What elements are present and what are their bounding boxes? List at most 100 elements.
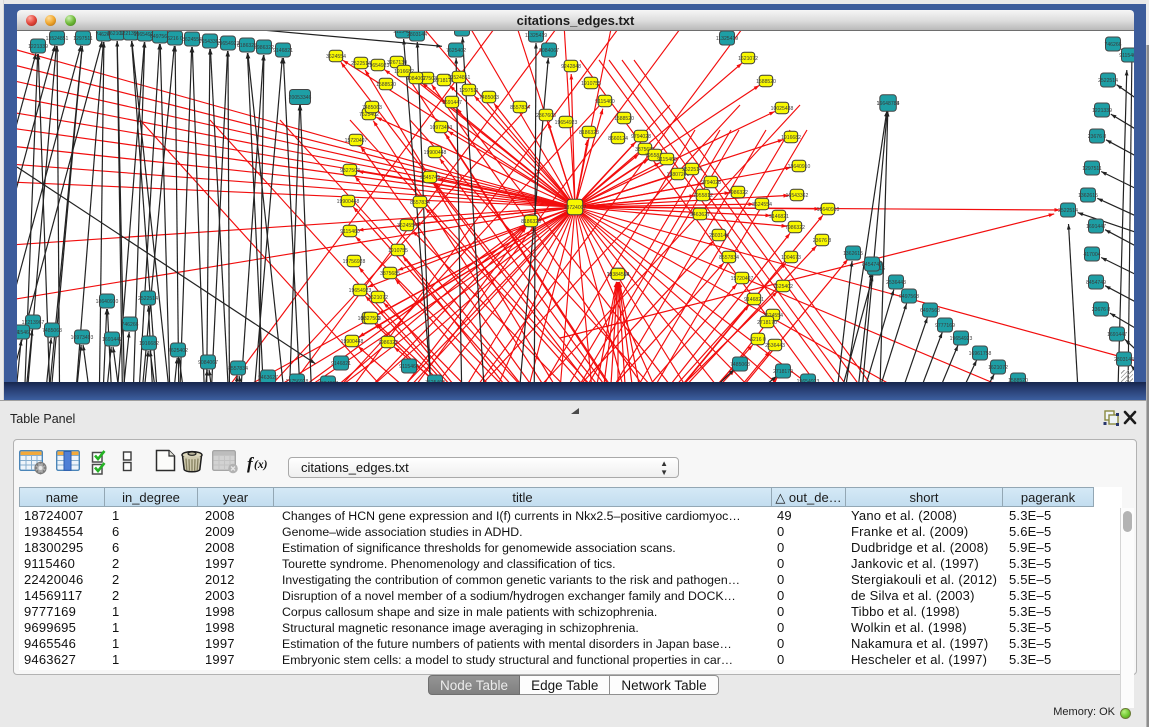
svg-text:7485063: 7485063	[362, 105, 382, 111]
svg-text:7986322: 7986322	[254, 45, 274, 51]
svg-text:2522514: 2522514	[682, 167, 702, 173]
svg-text:8557834: 8557834	[228, 366, 248, 372]
svg-text:20053346: 20053346	[289, 95, 312, 101]
svg-text:1691447: 1691447	[1086, 224, 1106, 230]
svg-text:2803144: 2803144	[17, 330, 19, 336]
svg-text:8186323: 8186323	[521, 219, 541, 225]
svg-text:7485063: 7485063	[479, 95, 499, 101]
svg-text:9777169: 9777169	[935, 323, 955, 329]
svg-text:15720407: 15720407	[731, 276, 754, 282]
svg-text:16648784: 16648784	[877, 101, 900, 107]
svg-text:1916682: 1916682	[139, 341, 159, 347]
svg-text:7625402: 7625402	[446, 48, 466, 54]
svg-text:9242848: 9242848	[561, 64, 581, 70]
svg-text:19756928: 19756928	[343, 259, 366, 265]
svg-text:7485063: 7485063	[42, 328, 62, 334]
svg-text:23676 8: 23676 8	[813, 238, 832, 244]
svg-text:2803144: 2803144	[1114, 357, 1134, 363]
svg-text:1621072: 1621072	[738, 56, 758, 62]
svg-text:3875685: 3875685	[380, 271, 400, 277]
svg-text:3624554: 3624554	[397, 223, 417, 229]
svg-text:19900448: 19900448	[424, 150, 447, 156]
svg-text:9794028: 9794028	[701, 180, 721, 186]
svg-text:9794028: 9794028	[631, 134, 651, 140]
svg-text:9115460: 9115460	[657, 157, 677, 163]
svg-text:417004: 417004	[1084, 252, 1101, 258]
svg-text:1621072: 1621072	[988, 365, 1008, 371]
svg-text:9845749: 9845749	[420, 175, 440, 181]
svg-text:1691447: 1691447	[442, 100, 462, 106]
svg-text:1588520: 1588520	[756, 79, 776, 85]
svg-text:1916682: 1916682	[781, 135, 801, 141]
svg-text:9463627: 9463627	[690, 212, 710, 218]
svg-text:9084067: 9084067	[198, 360, 218, 366]
svg-text:19384554: 19384554	[607, 272, 630, 278]
svg-text:19900448: 19900448	[341, 339, 364, 345]
svg-text:9146821: 9146821	[769, 214, 789, 220]
svg-text:2536443: 2536443	[452, 31, 472, 33]
svg-text:3624554: 3624554	[752, 202, 772, 208]
svg-text:1297511: 1297511	[459, 88, 479, 94]
svg-text:2803144: 2803144	[709, 233, 729, 239]
svg-text:2718170: 2718170	[757, 320, 777, 326]
svg-text:9327503: 9327503	[361, 316, 381, 322]
svg-text:19654923: 19654923	[950, 336, 973, 342]
svg-text:9115460: 9115460	[595, 99, 615, 105]
svg-text:3624554: 3624554	[326, 54, 346, 60]
svg-text:2522514: 2522514	[1098, 78, 1118, 84]
svg-text:9146821: 9146821	[331, 361, 351, 367]
svg-text:7955812: 7955812	[693, 193, 713, 199]
svg-text:10973493: 10973493	[430, 125, 453, 131]
svg-text:16543362: 16543362	[786, 193, 809, 199]
svg-text:18724007: 18724007	[564, 205, 587, 211]
svg-text:19654923: 19654923	[367, 63, 390, 69]
svg-text:19900448: 19900448	[337, 199, 360, 205]
svg-text:6497568: 6497568	[920, 308, 940, 314]
svg-text:9115460: 9115460	[399, 364, 419, 370]
svg-text:7986322: 7986322	[728, 190, 748, 196]
svg-text:7986322: 7986322	[378, 340, 398, 346]
svg-text:2718170: 2718170	[773, 369, 793, 375]
svg-text:7625402: 7625402	[773, 284, 793, 290]
svg-text:9115460: 9115460	[1119, 53, 1134, 59]
svg-text:(x): (x)	[254, 459, 268, 471]
svg-text:2803144: 2803144	[407, 32, 427, 38]
svg-text:2536443: 2536443	[886, 280, 906, 286]
svg-text:1691447: 1691447	[102, 337, 122, 343]
svg-text:13524851: 13524851	[46, 36, 69, 42]
svg-text:7625402: 7625402	[168, 348, 188, 354]
svg-text:1221339: 1221339	[28, 44, 48, 50]
svg-text:746266: 746266	[122, 322, 139, 328]
svg-text:746266: 746266	[1105, 42, 1122, 48]
svg-text:6216 0: 6216 0	[167, 36, 183, 42]
svg-text:1221339: 1221339	[1092, 108, 1112, 114]
svg-text:8557834: 8557834	[410, 200, 430, 206]
svg-text:7485063: 7485063	[730, 362, 750, 368]
svg-text:8557834: 8557834	[719, 255, 739, 261]
svg-text:1297511: 1297511	[73, 36, 93, 42]
svg-text:1297511: 1297511	[1082, 166, 1102, 172]
svg-text:1588520: 1588520	[376, 82, 396, 88]
svg-text:16961758: 16961758	[969, 351, 992, 357]
svg-text:9084067: 9084067	[539, 48, 559, 54]
svg-text:9327503: 9327503	[340, 168, 360, 174]
svg-text:10025438: 10025438	[771, 106, 794, 112]
svg-text:8186323: 8186323	[579, 130, 599, 136]
svg-text:23676 8: 23676 8	[1092, 307, 1111, 313]
svg-text:2536443: 2536443	[765, 343, 785, 349]
svg-text:9115460: 9115460	[17, 330, 32, 336]
svg-text:8660124: 8660124	[608, 136, 628, 142]
svg-text:1362615: 1362615	[1078, 193, 1098, 199]
svg-text:10973493: 10973493	[71, 335, 94, 341]
svg-text:8454749: 8454749	[1086, 280, 1106, 286]
svg-text:8557834: 8557834	[510, 105, 530, 111]
svg-text:2522514: 2522514	[138, 296, 158, 302]
svg-text:7986322: 7986322	[785, 225, 805, 231]
svg-text:1004673: 1004673	[781, 255, 801, 261]
svg-text:1588520: 1588520	[614, 116, 634, 122]
svg-text:8454749: 8454749	[862, 262, 882, 268]
svg-text:15720407: 15720407	[345, 138, 368, 144]
svg-text:1691447: 1691447	[1107, 332, 1127, 338]
svg-text:19654923: 19654923	[349, 288, 372, 294]
svg-text:11325419: 11325419	[525, 33, 547, 39]
